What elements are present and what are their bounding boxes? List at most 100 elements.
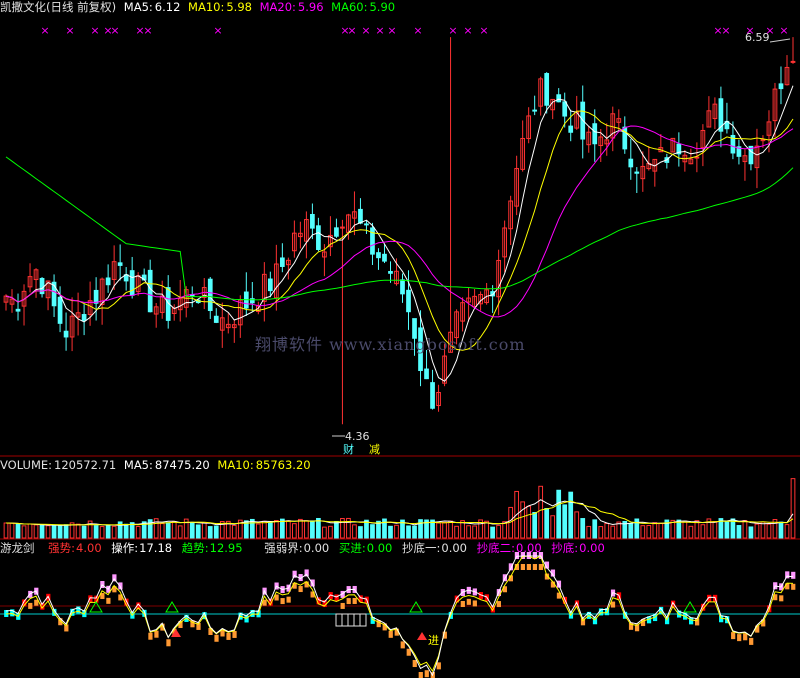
candle-body xyxy=(15,308,21,312)
indicator-shadow-block xyxy=(791,583,796,590)
volume-bar xyxy=(279,518,285,539)
volume-bar xyxy=(784,524,790,539)
top-marker: × xyxy=(213,24,222,37)
top-marker: × xyxy=(347,24,356,37)
volume-bar xyxy=(790,478,796,539)
volume-bar xyxy=(454,525,459,539)
volume-bar xyxy=(51,525,57,539)
candle-body xyxy=(406,289,411,313)
volume-bar xyxy=(550,515,556,539)
top-marker: × xyxy=(143,24,152,37)
indicator-shadow-block xyxy=(298,586,303,593)
volume-bar xyxy=(466,525,471,539)
indicator-block xyxy=(743,633,748,641)
volume-bar xyxy=(316,517,321,539)
candle-body xyxy=(364,223,369,226)
candle-body xyxy=(532,109,538,112)
top-marker: × xyxy=(65,24,74,37)
volume-bar xyxy=(736,525,742,539)
volume-bar xyxy=(135,525,141,539)
candle-body xyxy=(634,171,640,174)
volume-bar xyxy=(604,522,610,539)
volume-bar xyxy=(436,522,441,539)
volume-bar xyxy=(93,525,99,539)
indicator-block xyxy=(28,590,33,598)
candle-body xyxy=(382,253,387,262)
indicator-block xyxy=(689,617,694,625)
volume-bar xyxy=(213,525,219,539)
indicator-block xyxy=(785,571,790,579)
volume-bar xyxy=(123,523,129,539)
volume-bar xyxy=(652,522,658,539)
volume-bar xyxy=(39,524,45,539)
volume-bar xyxy=(700,524,706,539)
volume-bar xyxy=(207,526,213,539)
indicator-shadow-block xyxy=(352,597,357,604)
indicator-block xyxy=(388,630,393,638)
volume-bar xyxy=(592,519,598,539)
indicator-block xyxy=(166,639,171,647)
volume-bar xyxy=(231,524,237,539)
volume-bar xyxy=(165,522,171,539)
volume-bar xyxy=(63,524,69,539)
indicator-block xyxy=(412,660,417,668)
volume-bar xyxy=(406,525,411,539)
volume-bar xyxy=(472,525,477,539)
candle-body xyxy=(544,73,550,106)
indicator-trend-line xyxy=(5,555,794,677)
volume-bar xyxy=(532,511,538,539)
volume-bar xyxy=(249,518,255,539)
volume-bar xyxy=(292,523,297,539)
volume-bar xyxy=(688,525,694,539)
volume-bar xyxy=(598,526,604,539)
volume-bar xyxy=(159,523,165,539)
volume-bar xyxy=(634,518,640,539)
high-label: 6.59 xyxy=(745,31,770,44)
candle-body xyxy=(562,101,568,117)
top-marker: × xyxy=(721,24,730,37)
candle-body xyxy=(105,277,111,286)
indicator-shadow-block xyxy=(286,596,291,603)
indicator-shadow-block xyxy=(538,564,544,570)
top-marker: × xyxy=(90,24,99,37)
indicator-block xyxy=(418,672,423,678)
volume-bar xyxy=(388,525,393,539)
candle-body xyxy=(568,125,574,133)
candle-body xyxy=(117,262,123,266)
volume-bar xyxy=(99,526,105,539)
volume-bar xyxy=(676,519,682,539)
indicator-shadow-block xyxy=(466,598,471,605)
volume-bar xyxy=(562,504,568,539)
candle-body xyxy=(592,123,598,145)
indicator-shadow-block xyxy=(496,601,501,608)
volume-bar xyxy=(261,520,267,539)
volume-bar xyxy=(358,526,363,539)
volume-bar xyxy=(658,523,664,539)
watermark: 翔博软件 www.xiangbosoft.com xyxy=(255,335,526,354)
volume-bar xyxy=(310,520,315,539)
signal-jin: 进 xyxy=(428,634,439,647)
indicator-block xyxy=(154,630,159,638)
volume-bar xyxy=(646,525,652,539)
indicator-block xyxy=(791,571,796,579)
top-marker: × xyxy=(387,24,396,37)
candle-body xyxy=(376,252,381,259)
candle-body xyxy=(207,278,213,312)
indicator-shadow-block xyxy=(28,602,33,609)
volume-bar xyxy=(394,524,399,539)
volume-bar xyxy=(502,521,507,539)
volume-ma5-line xyxy=(5,499,794,526)
candle-body xyxy=(790,60,796,63)
top-marker: × xyxy=(779,24,788,37)
volume-bar xyxy=(610,525,616,539)
indicator-shadow-block xyxy=(106,597,111,604)
volume-bar xyxy=(766,523,772,539)
volume-bar xyxy=(742,519,748,539)
indicator-block xyxy=(226,632,231,640)
volume-bar xyxy=(538,485,544,539)
candle-body xyxy=(388,271,393,274)
buy-arrow xyxy=(417,632,427,640)
volume-bar xyxy=(195,524,201,539)
volume-bar xyxy=(81,525,87,539)
candle-body xyxy=(93,289,99,304)
